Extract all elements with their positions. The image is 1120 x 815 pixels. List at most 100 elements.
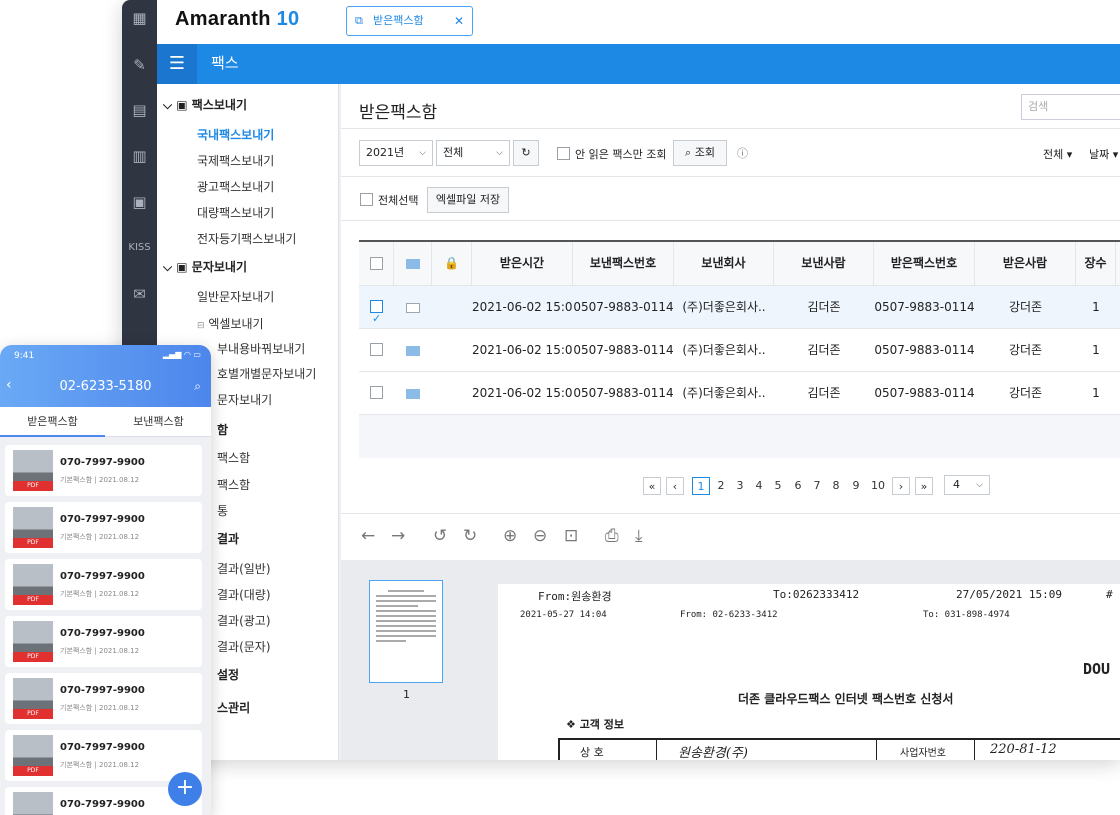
last-page-button[interactable]: » bbox=[915, 477, 933, 495]
page-10[interactable]: 10 bbox=[867, 477, 889, 495]
nav-item-result-ad[interactable]: 결과(광고) bbox=[217, 612, 271, 629]
nav-group-sms[interactable]: ⌵ ▣ 문자보내기 bbox=[163, 258, 247, 275]
right-filter-all[interactable]: 전체 ▾ bbox=[1043, 146, 1072, 162]
nav-item-sms-replace[interactable]: 부내용바꿔보내기 bbox=[217, 340, 305, 357]
arrow-right-icon[interactable]: → bbox=[391, 526, 405, 546]
nav-item-box2[interactable]: 팩스함 bbox=[217, 476, 250, 493]
fit-icon[interactable]: ⊡ bbox=[564, 526, 578, 546]
row-checkbox[interactable] bbox=[370, 386, 383, 399]
col-sender-company[interactable]: 보낸회사 bbox=[674, 242, 774, 285]
col-sender-fax[interactable]: 보낸팩스번호 bbox=[573, 242, 674, 285]
apps-grid-icon[interactable]: ▦ bbox=[122, 6, 157, 30]
tab-received[interactable]: 받은팩스함 bbox=[0, 407, 105, 437]
query-button[interactable]: ⌕ 조회 bbox=[673, 140, 727, 166]
page-5[interactable]: 5 bbox=[769, 477, 787, 495]
nav-item-sms-individual[interactable]: 호별개별문자보내기 bbox=[217, 365, 316, 382]
page-2[interactable]: 2 bbox=[712, 477, 730, 495]
nav-item-intl-fax[interactable]: 국제팩스보내기 bbox=[197, 152, 274, 169]
right-filter-date[interactable]: 날짜 ▾ bbox=[1089, 146, 1118, 162]
schedule-icon[interactable]: ▥ bbox=[122, 144, 157, 168]
rotate-left-icon[interactable]: ↺ bbox=[433, 526, 447, 546]
nav-item-result-sms[interactable]: 결과(문자) bbox=[217, 638, 271, 655]
col-sender[interactable]: 보낸사람 bbox=[774, 242, 874, 285]
nav-group-box[interactable]: 함 bbox=[217, 421, 228, 438]
nav-item-sms[interactable]: 일반문자보내기 bbox=[197, 288, 274, 305]
page-4[interactable]: 4 bbox=[750, 477, 768, 495]
nav-group-manage[interactable]: 스관리 bbox=[217, 699, 250, 716]
doc-table-col bbox=[876, 738, 877, 760]
first-page-button[interactable]: « bbox=[643, 477, 661, 495]
list-item[interactable]: PDF 070-7997-9900 기본팩스함 | 2021.08.12 bbox=[5, 673, 202, 724]
nav-item-box3[interactable]: 통 bbox=[217, 502, 228, 519]
select-all-checkbox[interactable] bbox=[360, 193, 373, 206]
mail-icon[interactable]: ✉ bbox=[122, 282, 157, 306]
zoom-in-icon[interactable]: ⊕ bbox=[503, 526, 517, 546]
cell-company: (주)더좋은회사.. bbox=[682, 343, 766, 357]
page-3[interactable]: 3 bbox=[731, 477, 749, 495]
add-button[interactable]: + bbox=[168, 772, 202, 806]
row-checkbox[interactable] bbox=[370, 298, 383, 328]
print-icon[interactable]: ⎙ bbox=[605, 526, 619, 546]
table-row[interactable]: 2021-06-02 15:02 0507-9883-0114 (주)더좋은회사… bbox=[359, 372, 1120, 415]
type-select[interactable]: 전체 ⌵ bbox=[436, 140, 510, 166]
nav-item-registered-fax[interactable]: 전자등기팩스보내기 bbox=[197, 230, 296, 247]
divider bbox=[341, 176, 1120, 177]
zoom-out-icon[interactable]: ⊖ bbox=[533, 526, 547, 546]
search-input[interactable]: 검색 bbox=[1021, 94, 1120, 120]
list-item[interactable]: PDF 070-7997-9900 기본팩스함 | 2021.08.12 bbox=[5, 445, 202, 496]
table-row[interactable]: 2021-06-02 15:02 0507-9883-0114 (주)더좋은회사… bbox=[359, 329, 1120, 372]
tab-sent[interactable]: 보낸팩스함 bbox=[106, 407, 211, 437]
nav-item-box1[interactable]: 팩스함 bbox=[217, 449, 250, 466]
nav-item-domestic-fax[interactable]: 국내팩스보내기 bbox=[197, 126, 274, 143]
pen-icon[interactable]: ✎ bbox=[122, 53, 157, 77]
list-item[interactable]: PDF 070-7997-9900 기본팩스함 | 2021.08.12 bbox=[5, 559, 202, 610]
prev-page-button[interactable]: ‹ bbox=[666, 477, 684, 495]
search-icon[interactable]: ⌕ bbox=[194, 379, 201, 394]
fax-thumbnail: PDF bbox=[13, 507, 53, 548]
calendar-icon[interactable]: ▤ bbox=[122, 98, 157, 122]
nav-item-result-bulk[interactable]: 결과(대량) bbox=[217, 586, 271, 603]
row-checkbox[interactable] bbox=[370, 343, 383, 356]
rotate-right-icon[interactable]: ↻ bbox=[463, 526, 477, 546]
unread-only-checkbox[interactable] bbox=[557, 147, 570, 160]
hamburger-icon[interactable]: ☰ bbox=[157, 44, 197, 84]
col-pages[interactable]: 장수 bbox=[1076, 242, 1116, 285]
arrow-left-icon[interactable]: ← bbox=[361, 526, 375, 546]
list-item[interactable]: PDF 070-7997-9900 기본팩스함 | 2021.08.12 bbox=[5, 616, 202, 667]
refresh-button[interactable]: ↻ bbox=[513, 140, 539, 166]
app-logo[interactable]: Amaranth 10 bbox=[175, 8, 299, 31]
col-received-time[interactable]: 받은시간 bbox=[472, 242, 573, 285]
page-thumbnail[interactable] bbox=[369, 580, 443, 683]
page-8[interactable]: 8 bbox=[827, 477, 845, 495]
header-checkbox[interactable] bbox=[370, 257, 383, 270]
next-page-button[interactable]: › bbox=[892, 477, 910, 495]
nav-item-ad-fax[interactable]: 광고팩스보내기 bbox=[197, 178, 274, 195]
excel-save-button[interactable]: 엑셀파일 저장 bbox=[427, 187, 509, 213]
nav-group-send-fax[interactable]: ⌵ ▣ 팩스보내기 bbox=[163, 96, 247, 113]
clipboard-icon[interactable]: ▣ bbox=[122, 190, 157, 214]
col-recipient[interactable]: 받은사람 bbox=[975, 242, 1076, 285]
page-7[interactable]: 7 bbox=[808, 477, 826, 495]
nav-item-sms-send[interactable]: 문자보내기 bbox=[217, 391, 272, 408]
nav-item-result-general[interactable]: 결과(일반) bbox=[217, 560, 271, 577]
fax-page: # bbox=[1106, 588, 1113, 601]
list-item[interactable]: PDF 070-7997-9900 기본팩스함 | 2021.08.12 bbox=[5, 502, 202, 553]
kiss-icon[interactable]: KISS bbox=[122, 236, 157, 260]
page-1[interactable]: 1 bbox=[692, 477, 710, 495]
help-icon[interactable]: ⓘ bbox=[737, 145, 748, 161]
year-select[interactable]: 2021년 ⌵ bbox=[359, 140, 433, 166]
table-row[interactable]: 2021-06-02 15:02 0507-9883-0114 (주)더좋은회사… bbox=[359, 286, 1120, 329]
mobile-header: 9:41 ▂▄▆ ◠ ▭ ‹ 02-6233-5180 ⌕ bbox=[0, 345, 211, 407]
nav-item-excel-sms[interactable]: ⊟ 엑셀보내기 bbox=[197, 315, 264, 332]
page-6[interactable]: 6 bbox=[789, 477, 807, 495]
nav-group-result[interactable]: 결과 bbox=[217, 530, 239, 547]
nav-group-settings[interactable]: 설정 bbox=[217, 666, 239, 683]
tab-received-fax[interactable]: ⧉ 받은팩스함 ✕ bbox=[346, 6, 473, 36]
page-size-select[interactable]: 4 ⌵ bbox=[944, 475, 990, 495]
page-9[interactable]: 9 bbox=[847, 477, 865, 495]
close-icon[interactable]: ✕ bbox=[454, 7, 464, 35]
download-icon[interactable]: ⤓ bbox=[635, 526, 643, 546]
nav-item-bulk-fax[interactable]: 대량팩스보내기 bbox=[197, 204, 274, 221]
col-received-fax[interactable]: 받은팩스번호 bbox=[874, 242, 975, 285]
list-item[interactable]: PDF 070-7997-9900 기본팩스함 | 2021.08.12 bbox=[5, 730, 202, 781]
